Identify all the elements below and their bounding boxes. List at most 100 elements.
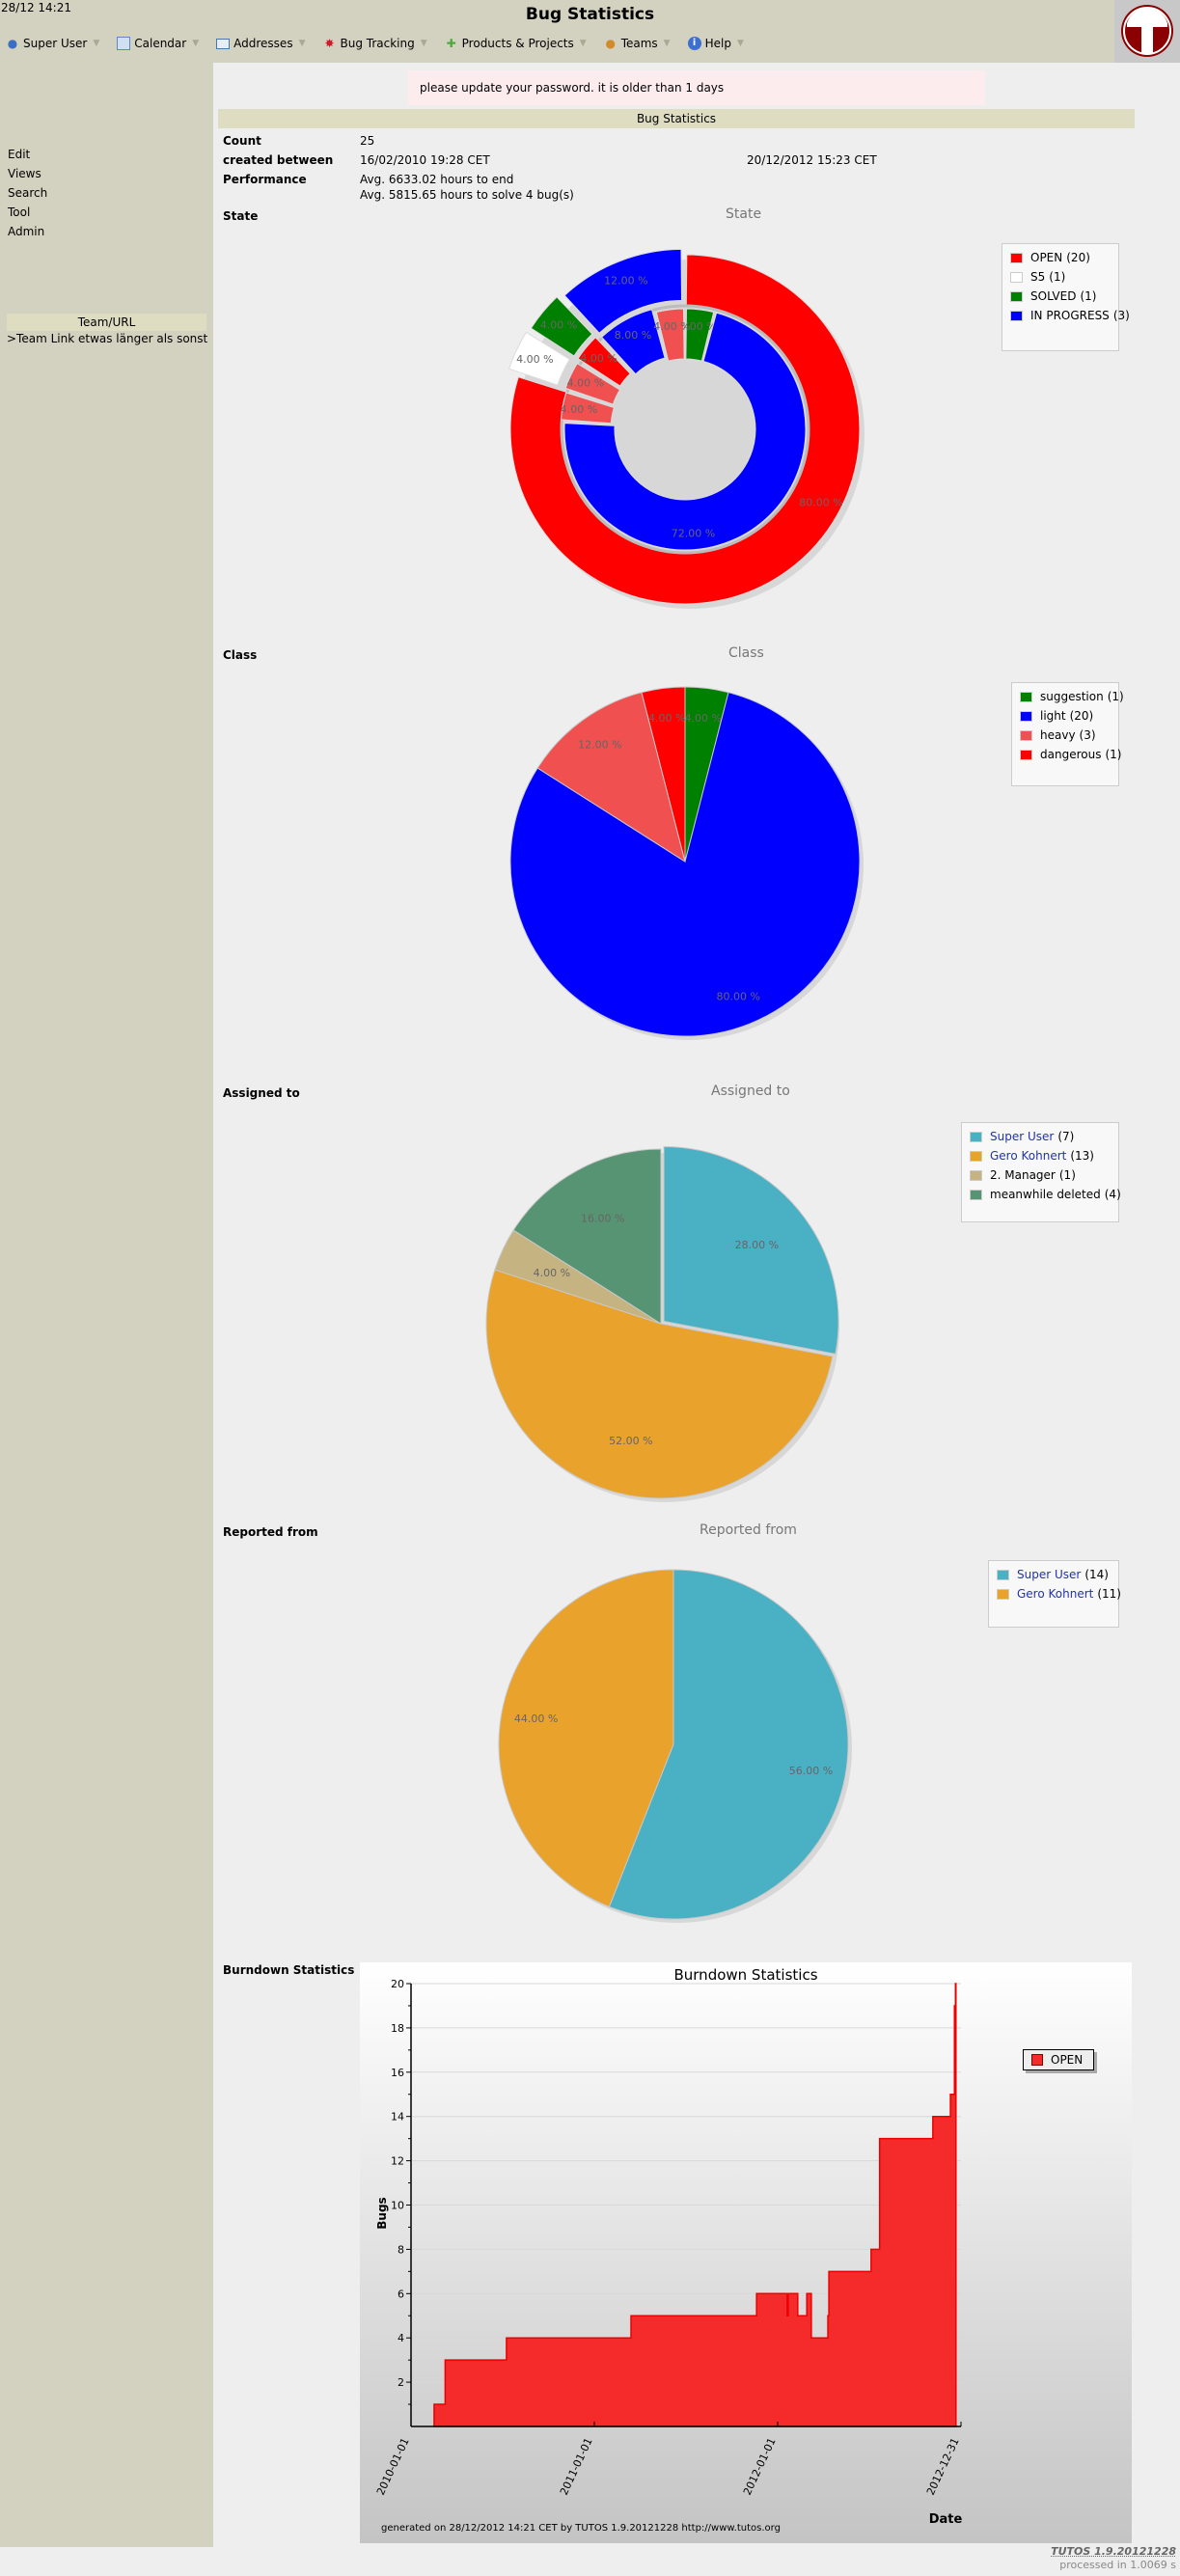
legend-swatch (1020, 729, 1032, 741)
menu-super-user[interactable]: ● Super User ▼ (6, 37, 100, 50)
menu-label: Help (704, 37, 731, 50)
menu-label: Products & Projects (461, 37, 574, 50)
team-url-header: Team/URL (7, 314, 206, 331)
slice-label-heavy: 12.00 % (578, 739, 621, 752)
legend-label[interactable]: Gero Kohnert (990, 1149, 1066, 1163)
menu-products-projects[interactable]: ✚ Products & Projects ▼ (445, 37, 587, 50)
sidebar-link-views[interactable]: Views (8, 167, 41, 180)
y-tick-label: 16 (391, 2067, 404, 2079)
reported-legend: Super User (14) Gero Kohnert (11) (988, 1560, 1121, 1628)
slice-label-super-user: 28.00 % (735, 1239, 779, 1251)
burndown-xlabel: Date (929, 2512, 963, 2527)
menu-label: Addresses (233, 37, 293, 50)
chevron-down-icon: ▼ (298, 39, 306, 48)
chart-title-assigned: Assigned to (711, 1083, 790, 1099)
outer-slice-label-solved: 4.00 % (540, 319, 577, 332)
legend-count: (1) (1080, 289, 1097, 303)
sidebar-link-tool[interactable]: Tool (8, 206, 30, 219)
logo-icon (1121, 5, 1173, 57)
team-icon: ● (605, 37, 616, 50)
y-tick-label: 20 (391, 1978, 404, 1990)
legend-label: SOLVED (1030, 289, 1077, 303)
chart-title-state: State (726, 206, 762, 222)
burndown-footer: generated on 28/12/2012 14:21 CET by TUT… (381, 2523, 781, 2534)
legend-swatch (970, 1189, 982, 1200)
menu-label: Calendar (134, 37, 187, 50)
section-class: Class (223, 648, 258, 662)
legend-label: heavy (1040, 728, 1076, 742)
menu-calendar[interactable]: Calendar ▼ (117, 37, 199, 50)
menu-teams[interactable]: ● Teams ▼ (604, 37, 671, 50)
legend-label: OPEN (1030, 251, 1063, 264)
y-tick-label: 4 (398, 2332, 404, 2344)
legend-item-gero-kohnert[interactable]: Gero Kohnert (11) (997, 1587, 1121, 1601)
legend-label[interactable]: Super User (1017, 1568, 1081, 1581)
y-tick-label: 8 (398, 2243, 404, 2256)
legend-label: suggestion (1040, 690, 1104, 703)
section-reported: Reported from (223, 1525, 318, 1539)
legend-swatch (1020, 710, 1032, 722)
legend-item-suggestion: suggestion (1) (1020, 690, 1124, 703)
slice-label-2-manager: 4.00 % (534, 1267, 570, 1279)
inner-slice-label-light: 8.00 % (615, 329, 651, 342)
legend-swatch-open (1031, 2054, 1043, 2066)
section-burndown: Burndown Statistics (223, 1963, 355, 1977)
slice-label-gero-kohnert: 44.00 % (514, 1713, 558, 1725)
created-from: 16/02/2010 19:28 CET (360, 153, 490, 167)
legend-item-light: light (20) (1020, 709, 1093, 723)
legend-item-super-user[interactable]: Super User (7) (970, 1130, 1074, 1143)
legend-label: IN PROGRESS (1030, 309, 1110, 322)
outer-slice-label-s5: 4.00 % (516, 353, 553, 366)
legend-item-solved: SOLVED (1) (1010, 289, 1096, 303)
created-label: created between (223, 153, 334, 167)
legend-swatch (1010, 252, 1023, 263)
legend-item-meanwhile-deleted: meanwhile deleted (4) (970, 1188, 1121, 1201)
legend-label[interactable]: Gero Kohnert (1017, 1587, 1093, 1601)
menu-bug-tracking[interactable]: ✸ Bug Tracking ▼ (323, 37, 426, 50)
legend-item-s5: S5 (1) (1010, 270, 1065, 284)
legend-item-gero-kohnert[interactable]: Gero Kohnert (13) (970, 1149, 1094, 1163)
chart-title-reported: Reported from (700, 1522, 797, 1538)
performance-label: Performance (223, 173, 307, 186)
menu-label: Super User (23, 37, 88, 50)
version-link[interactable]: TUTOS 1.9.20121228 (1051, 2545, 1176, 2558)
address-card-icon (216, 38, 231, 49)
burndown-ylabel: Bugs (375, 2197, 389, 2229)
legend-label: light (1040, 709, 1066, 723)
legend-item-super-user[interactable]: Super User (14) (997, 1568, 1109, 1581)
y-tick-label: 10 (391, 2200, 404, 2212)
legend-count: (20) (1069, 709, 1094, 723)
legend-swatch (1010, 290, 1023, 302)
legend-swatch (970, 1169, 982, 1181)
legend-count: (3) (1079, 728, 1096, 742)
sidebar-link-admin[interactable]: Admin (8, 225, 44, 238)
legend-swatch (970, 1131, 982, 1142)
team-link[interactable]: >Team Link etwas länger als sonst (7, 332, 207, 345)
section-assigned: Assigned to (223, 1086, 300, 1100)
menu-help[interactable]: i Help ▼ (687, 37, 744, 50)
legend-count: (7) (1057, 1130, 1075, 1143)
slice-label-gero-kohnert: 52.00 % (609, 1435, 652, 1447)
state-legend: OPEN (20) S5 (1) SOLVED (1) IN PROGRESS (3) (1002, 243, 1130, 351)
legend-item-heavy: heavy (3) (1020, 728, 1096, 742)
assigned-legend: Super User (7) Gero Kohnert (13) 2. Manager(… (961, 1122, 1121, 1222)
chevron-down-icon: ▼ (663, 39, 671, 48)
created-to: 20/12/2012 15:23 CET (747, 153, 877, 167)
chevron-down-icon: ▼ (93, 39, 100, 48)
sidebar-link-edit[interactable]: Edit (8, 148, 30, 161)
app-logo[interactable] (1114, 0, 1180, 63)
y-tick-label: 2 (398, 2376, 404, 2389)
puzzle-icon: ✚ (446, 37, 456, 50)
legend-label: S5 (1030, 270, 1046, 284)
slice-label-super-user: 56.00 % (789, 1765, 833, 1777)
slice-label-meanwhile-deleted: 16.00 % (581, 1212, 624, 1224)
menu-addresses[interactable]: Addresses ▼ (216, 37, 306, 50)
burndown-chart-panel: Burndown Statistics 2 4 6 8 10 12 14 16 18 20 2010… (360, 1962, 1132, 2543)
y-tick-label: 18 (391, 2022, 404, 2035)
legend-swatch (970, 1150, 982, 1162)
legend-label[interactable]: Super User (990, 1130, 1054, 1143)
burndown-chart: Burndown Statistics 24681012141618202010… (360, 1962, 1132, 2543)
menu-label: Bug Tracking (340, 37, 415, 50)
sidebar-link-search[interactable]: Search (8, 186, 47, 200)
chevron-down-icon: ▼ (736, 39, 744, 48)
